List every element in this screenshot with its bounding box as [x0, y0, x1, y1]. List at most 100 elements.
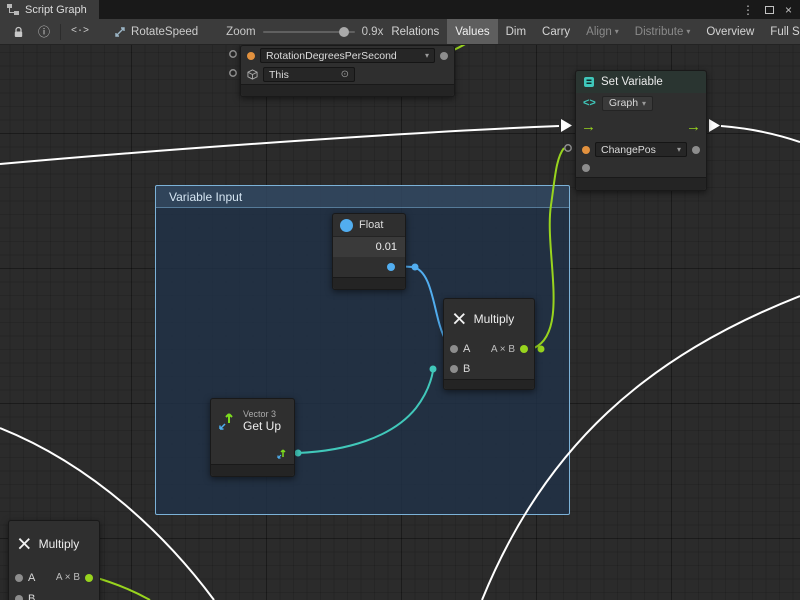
input-port-b[interactable]: [450, 365, 458, 373]
float-output-port[interactable]: [387, 263, 395, 271]
code-brackets-icon: <>: [583, 97, 596, 109]
menu-kebab-icon[interactable]: ⋮: [742, 3, 754, 17]
port-label-a: A: [28, 572, 35, 584]
graph-asset-icon: [114, 26, 126, 38]
chevron-down-icon: ▾: [615, 27, 619, 36]
relations-button[interactable]: Relations: [383, 19, 447, 45]
rotation-variable-node[interactable]: RotationDegreesPerSecond ▾ This ⊙: [240, 45, 455, 97]
float-header[interactable]: Float: [333, 214, 405, 236]
output-port[interactable]: [582, 164, 590, 172]
output-port[interactable]: [440, 52, 448, 60]
info-icon[interactable]: ⓘ: [31, 19, 57, 45]
this-field[interactable]: This ⊙: [263, 67, 355, 82]
multiply-icon: ×: [17, 532, 32, 557]
flow-out-arrow-icon[interactable]: →: [686, 119, 701, 134]
float-value: 0.01: [376, 241, 397, 253]
align-button[interactable]: Align▾: [578, 19, 627, 45]
input-port-a[interactable]: [450, 345, 458, 353]
toolbar-buttons: Relations Values Dim Carry Align▾ Distri…: [383, 19, 800, 45]
set-variable-header[interactable]: Set Variable: [576, 71, 706, 93]
multiply-icon: ×: [452, 307, 467, 332]
multiply-node[interactable]: × Multiply A A × B B: [443, 298, 535, 390]
input-port-a[interactable]: [15, 574, 23, 582]
node-title: Get Up: [243, 420, 281, 434]
port-label-b: B: [463, 363, 470, 375]
values-button[interactable]: Values: [447, 19, 497, 45]
node-title: Set Variable: [601, 76, 663, 88]
vector3-output-port-icon[interactable]: [276, 448, 288, 460]
zoom-control: Zoom 0.9x: [226, 26, 383, 38]
float-node[interactable]: Float 0.01: [332, 213, 406, 290]
script-graph-icon: [7, 4, 19, 15]
port-label-a: A: [463, 343, 470, 355]
group-title: Variable Input: [169, 190, 242, 204]
zoom-slider[interactable]: [263, 31, 355, 33]
vector3-port-row: [211, 444, 294, 464]
distribute-button[interactable]: Distribute▾: [627, 19, 699, 45]
tab-script-graph[interactable]: Script Graph: [0, 0, 99, 19]
chevron-down-icon: ▾: [642, 99, 646, 108]
output-label: A × B: [56, 572, 80, 583]
edit-graph-icon[interactable]: <∙>: [64, 19, 96, 45]
output-port[interactable]: [520, 345, 528, 353]
vector3-getup-node[interactable]: Vector 3 Get Up: [210, 398, 295, 477]
group-header[interactable]: Variable Input: [156, 186, 569, 208]
variable-name-value: ChangePos: [601, 144, 656, 156]
port-row-b: B: [9, 588, 99, 600]
graph-toolbar: ⓘ <∙> RotateSpeed Zoom 0.9x Relations Va…: [0, 19, 800, 45]
lock-icon[interactable]: [6, 19, 31, 45]
multiply-header[interactable]: × Multiply: [444, 299, 534, 339]
zoom-slider-knob[interactable]: [339, 27, 349, 37]
window-controls: ⋮ ×: [742, 0, 800, 19]
fullscreen-button[interactable]: Full Screen: [762, 19, 800, 45]
node-title: Multiply: [474, 312, 515, 326]
node-footer: [241, 84, 454, 96]
output-label: A × B: [491, 344, 515, 355]
node-footer: [333, 277, 405, 289]
variable-scope-dropdown[interactable]: Graph ▾: [602, 96, 653, 111]
target-picker-icon[interactable]: ⊙: [337, 69, 349, 80]
node-footer: [576, 177, 706, 190]
variable-kind-row: <> Graph ▾: [576, 93, 706, 113]
variable-dropdown-value: RotationDegreesPerSecond: [266, 50, 397, 62]
zoom-label: Zoom: [226, 26, 255, 38]
chevron-down-icon: ▾: [673, 145, 681, 154]
variable-port-row: RotationDegreesPerSecond ▾: [241, 46, 454, 65]
target-port-row: This ⊙: [241, 65, 454, 84]
overview-button[interactable]: Overview: [698, 19, 762, 45]
set-variable-node[interactable]: Set Variable <> Graph ▾ → → ChangePos ▾: [575, 70, 707, 191]
multiply-header[interactable]: × Multiply: [9, 521, 99, 567]
variable-icon: [583, 76, 595, 88]
vector3-header[interactable]: Vector 3 Get Up: [211, 399, 294, 444]
port-row-a: A A × B: [444, 339, 534, 359]
chevron-down-icon: ▾: [686, 27, 690, 36]
output-port[interactable]: [85, 574, 93, 582]
cube-icon: [247, 69, 258, 80]
zoom-value: 0.9x: [362, 26, 384, 38]
float-type-icon: [340, 219, 353, 232]
this-field-value: This: [269, 69, 289, 81]
node-title: Multiply: [39, 537, 80, 551]
carry-button[interactable]: Carry: [534, 19, 578, 45]
multiply-node-bottom[interactable]: × Multiply A A × B B: [8, 520, 100, 600]
input-port-b[interactable]: [15, 595, 23, 600]
graph-asset[interactable]: RotateSpeed: [114, 26, 198, 38]
close-icon[interactable]: ×: [785, 3, 792, 17]
value-port-orange[interactable]: [582, 146, 590, 154]
node-footer: [444, 379, 534, 389]
dim-button[interactable]: Dim: [498, 19, 534, 45]
tab-title: Script Graph: [25, 4, 87, 16]
node-footer: [211, 464, 294, 476]
float-value-field[interactable]: 0.01: [333, 236, 405, 257]
output-port[interactable]: [692, 146, 700, 154]
value-port-orange[interactable]: [247, 52, 255, 60]
variable-dropdown[interactable]: RotationDegreesPerSecond ▾: [260, 48, 435, 63]
port-row-a: A A × B: [9, 567, 99, 588]
maximize-icon[interactable]: [765, 6, 774, 14]
unity-script-graph-window: Variable Input RotationDegreesPer: [0, 0, 800, 600]
variable-name-dropdown[interactable]: ChangePos ▾: [595, 142, 687, 157]
port-row-b: B: [444, 359, 534, 379]
toolbar-divider: [60, 24, 61, 40]
flow-port-row: → →: [576, 113, 706, 140]
flow-in-arrow-icon[interactable]: →: [581, 119, 596, 134]
